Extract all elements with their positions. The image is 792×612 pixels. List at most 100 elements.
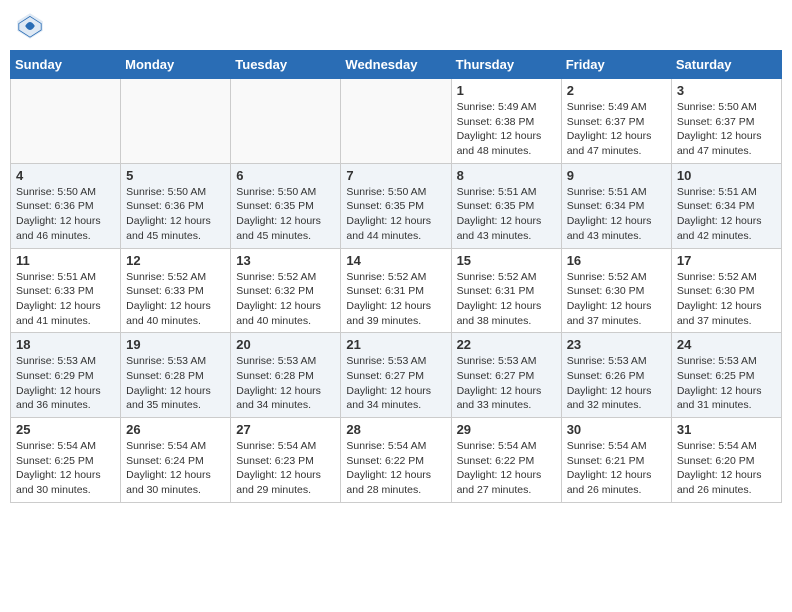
day-info-21: Sunrise: 5:53 AM Sunset: 6:27 PM Dayligh…: [346, 354, 445, 413]
day-number-30: 30: [567, 422, 666, 437]
day-info-24: Sunrise: 5:53 AM Sunset: 6:25 PM Dayligh…: [677, 354, 776, 413]
day-number-8: 8: [457, 168, 556, 183]
day-number-12: 12: [126, 253, 225, 268]
day-number-9: 9: [567, 168, 666, 183]
empty-cell: [11, 79, 121, 164]
empty-cell: [341, 79, 451, 164]
day-number-3: 3: [677, 83, 776, 98]
day-cell-31: 31 Sunrise: 5:54 AM Sunset: 6:20 PM Dayli…: [671, 418, 781, 503]
day-number-29: 29: [457, 422, 556, 437]
day-info-7: Sunrise: 5:50 AM Sunset: 6:35 PM Dayligh…: [346, 185, 445, 244]
day-info-26: Sunrise: 5:54 AM Sunset: 6:24 PM Dayligh…: [126, 439, 225, 498]
day-info-5: Sunrise: 5:50 AM Sunset: 6:36 PM Dayligh…: [126, 185, 225, 244]
week-row-1: 1 Sunrise: 5:49 AM Sunset: 6:38 PM Daylig…: [11, 79, 782, 164]
day-cell-20: 20 Sunrise: 5:53 AM Sunset: 6:28 PM Dayli…: [231, 333, 341, 418]
day-cell-12: 12 Sunrise: 5:52 AM Sunset: 6:33 PM Dayli…: [121, 248, 231, 333]
day-number-11: 11: [16, 253, 115, 268]
logo: [14, 10, 50, 42]
day-cell-4: 4 Sunrise: 5:50 AM Sunset: 6:36 PM Daylig…: [11, 163, 121, 248]
day-cell-18: 18 Sunrise: 5:53 AM Sunset: 6:29 PM Dayli…: [11, 333, 121, 418]
page-header: [10, 10, 782, 42]
day-number-20: 20: [236, 337, 335, 352]
day-cell-10: 10 Sunrise: 5:51 AM Sunset: 6:34 PM Dayli…: [671, 163, 781, 248]
day-info-10: Sunrise: 5:51 AM Sunset: 6:34 PM Dayligh…: [677, 185, 776, 244]
weekday-header-monday: Monday: [121, 51, 231, 79]
day-cell-3: 3Sunrise: 5:50 AM Sunset: 6:37 PM Daylig…: [671, 79, 781, 164]
week-row-4: 18 Sunrise: 5:53 AM Sunset: 6:29 PM Dayli…: [11, 333, 782, 418]
day-cell-28: 28 Sunrise: 5:54 AM Sunset: 6:22 PM Dayli…: [341, 418, 451, 503]
day-info-13: Sunrise: 5:52 AM Sunset: 6:32 PM Dayligh…: [236, 270, 335, 329]
empty-cell: [121, 79, 231, 164]
day-cell-5: 5 Sunrise: 5:50 AM Sunset: 6:36 PM Daylig…: [121, 163, 231, 248]
day-number-21: 21: [346, 337, 445, 352]
day-info-25: Sunrise: 5:54 AM Sunset: 6:25 PM Dayligh…: [16, 439, 115, 498]
week-row-5: 25 Sunrise: 5:54 AM Sunset: 6:25 PM Dayli…: [11, 418, 782, 503]
day-number-14: 14: [346, 253, 445, 268]
day-cell-2: 2 Sunrise: 5:49 AM Sunset: 6:37 PM Daylig…: [561, 79, 671, 164]
day-cell-22: 22 Sunrise: 5:53 AM Sunset: 6:27 PM Dayli…: [451, 333, 561, 418]
day-info-14: Sunrise: 5:52 AM Sunset: 6:31 PM Dayligh…: [346, 270, 445, 329]
day-cell-19: 19 Sunrise: 5:53 AM Sunset: 6:28 PM Dayli…: [121, 333, 231, 418]
day-info-31: Sunrise: 5:54 AM Sunset: 6:20 PM Dayligh…: [677, 439, 776, 498]
weekday-header-saturday: Saturday: [671, 51, 781, 79]
day-info-28: Sunrise: 5:54 AM Sunset: 6:22 PM Dayligh…: [346, 439, 445, 498]
day-number-31: 31: [677, 422, 776, 437]
day-number-22: 22: [457, 337, 556, 352]
day-number-4: 4: [16, 168, 115, 183]
day-cell-13: 13 Sunrise: 5:52 AM Sunset: 6:32 PM Dayli…: [231, 248, 341, 333]
day-cell-6: 6 Sunrise: 5:50 AM Sunset: 6:35 PM Daylig…: [231, 163, 341, 248]
weekday-header-tuesday: Tuesday: [231, 51, 341, 79]
day-info-4: Sunrise: 5:50 AM Sunset: 6:36 PM Dayligh…: [16, 185, 115, 244]
day-number-19: 19: [126, 337, 225, 352]
empty-cell: [231, 79, 341, 164]
week-row-2: 4 Sunrise: 5:50 AM Sunset: 6:36 PM Daylig…: [11, 163, 782, 248]
day-number-24: 24: [677, 337, 776, 352]
logo-icon: [14, 10, 46, 42]
day-info-15: Sunrise: 5:52 AM Sunset: 6:31 PM Dayligh…: [457, 270, 556, 329]
day-cell-17: 17 Sunrise: 5:52 AM Sunset: 6:30 PM Dayli…: [671, 248, 781, 333]
day-number-18: 18: [16, 337, 115, 352]
day-info-8: Sunrise: 5:51 AM Sunset: 6:35 PM Dayligh…: [457, 185, 556, 244]
day-info-6: Sunrise: 5:50 AM Sunset: 6:35 PM Dayligh…: [236, 185, 335, 244]
day-cell-30: 30 Sunrise: 5:54 AM Sunset: 6:21 PM Dayli…: [561, 418, 671, 503]
day-number-25: 25: [16, 422, 115, 437]
day-number-5: 5: [126, 168, 225, 183]
day-number-23: 23: [567, 337, 666, 352]
day-number-15: 15: [457, 253, 556, 268]
day-info-19: Sunrise: 5:53 AM Sunset: 6:28 PM Dayligh…: [126, 354, 225, 413]
day-number-2: 2: [567, 83, 666, 98]
day-cell-7: 7 Sunrise: 5:50 AM Sunset: 6:35 PM Daylig…: [341, 163, 451, 248]
day-info-9: Sunrise: 5:51 AM Sunset: 6:34 PM Dayligh…: [567, 185, 666, 244]
day-info-1: Sunrise: 5:49 AM Sunset: 6:38 PM Dayligh…: [457, 100, 556, 159]
day-cell-24: 24 Sunrise: 5:53 AM Sunset: 6:25 PM Dayli…: [671, 333, 781, 418]
day-info-18: Sunrise: 5:53 AM Sunset: 6:29 PM Dayligh…: [16, 354, 115, 413]
day-number-28: 28: [346, 422, 445, 437]
day-number-13: 13: [236, 253, 335, 268]
day-cell-27: 27Sunrise: 5:54 AM Sunset: 6:23 PM Dayli…: [231, 418, 341, 503]
day-number-1: 1: [457, 83, 556, 98]
weekday-header-friday: Friday: [561, 51, 671, 79]
day-cell-29: 29 Sunrise: 5:54 AM Sunset: 6:22 PM Dayli…: [451, 418, 561, 503]
day-number-17: 17: [677, 253, 776, 268]
day-info-20: Sunrise: 5:53 AM Sunset: 6:28 PM Dayligh…: [236, 354, 335, 413]
day-number-10: 10: [677, 168, 776, 183]
day-cell-15: 15 Sunrise: 5:52 AM Sunset: 6:31 PM Dayli…: [451, 248, 561, 333]
day-cell-9: 9 Sunrise: 5:51 AM Sunset: 6:34 PM Daylig…: [561, 163, 671, 248]
day-number-7: 7: [346, 168, 445, 183]
day-cell-23: 23 Sunrise: 5:53 AM Sunset: 6:26 PM Dayli…: [561, 333, 671, 418]
day-cell-21: 21 Sunrise: 5:53 AM Sunset: 6:27 PM Dayli…: [341, 333, 451, 418]
day-number-6: 6: [236, 168, 335, 183]
day-info-23: Sunrise: 5:53 AM Sunset: 6:26 PM Dayligh…: [567, 354, 666, 413]
day-info-17: Sunrise: 5:52 AM Sunset: 6:30 PM Dayligh…: [677, 270, 776, 329]
day-info-30: Sunrise: 5:54 AM Sunset: 6:21 PM Dayligh…: [567, 439, 666, 498]
day-cell-25: 25 Sunrise: 5:54 AM Sunset: 6:25 PM Dayli…: [11, 418, 121, 503]
day-info-12: Sunrise: 5:52 AM Sunset: 6:33 PM Dayligh…: [126, 270, 225, 329]
day-info-29: Sunrise: 5:54 AM Sunset: 6:22 PM Dayligh…: [457, 439, 556, 498]
day-info-16: Sunrise: 5:52 AM Sunset: 6:30 PM Dayligh…: [567, 270, 666, 329]
day-info-22: Sunrise: 5:53 AM Sunset: 6:27 PM Dayligh…: [457, 354, 556, 413]
day-cell-11: 11Sunrise: 5:51 AM Sunset: 6:33 PM Dayli…: [11, 248, 121, 333]
weekday-header-thursday: Thursday: [451, 51, 561, 79]
weekday-header-sunday: Sunday: [11, 51, 121, 79]
day-info-27: Sunrise: 5:54 AM Sunset: 6:23 PM Dayligh…: [236, 439, 335, 498]
day-info-2: Sunrise: 5:49 AM Sunset: 6:37 PM Dayligh…: [567, 100, 666, 159]
